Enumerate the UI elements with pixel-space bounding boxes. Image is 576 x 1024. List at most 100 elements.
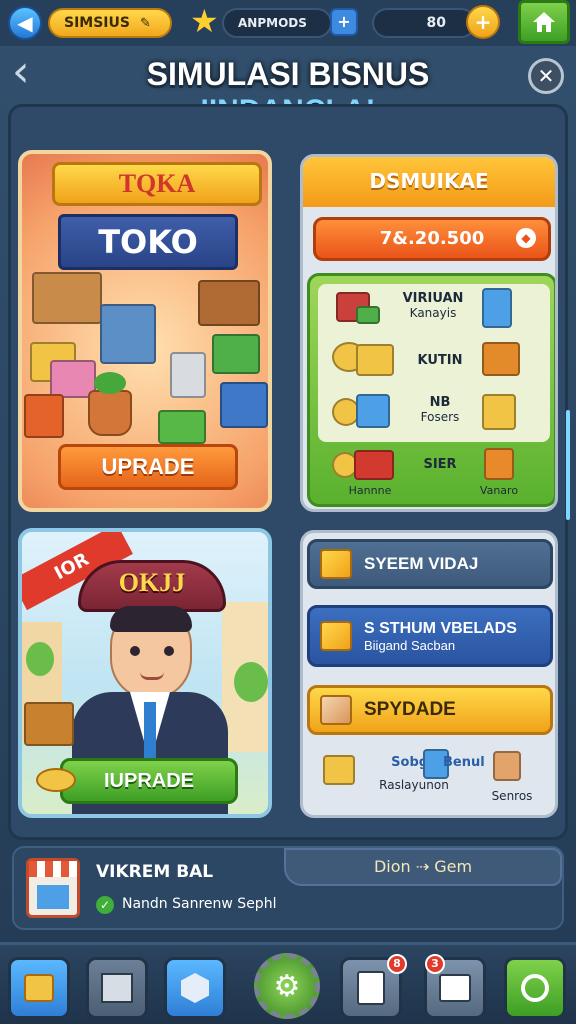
add-coins-button[interactable]: +: [466, 5, 500, 39]
manager-card: IOR OKJJ IUPRADE: [18, 528, 272, 818]
crate-left-icon: [24, 702, 74, 746]
blue-box-icon: [220, 382, 268, 428]
list-item-2[interactable]: S STHUM VBELADS Biigand Sacban: [307, 605, 553, 667]
nav-box[interactable]: [8, 957, 70, 1019]
cube-icon: [320, 695, 352, 725]
cube-icon: [320, 549, 352, 579]
list-item-1[interactable]: SYEEM VIDAJ: [307, 539, 553, 589]
stats-panel: VIRIUAN Kanayis KUTIN NB Fosers SIER Han…: [307, 273, 555, 507]
stat-item-3: NB Fosers: [400, 395, 480, 425]
add-anpmods-label: +: [337, 12, 351, 31]
manager-upgrade-label: IUPRADE: [103, 770, 194, 792]
stat-item-3-title: NB: [429, 395, 451, 410]
gear-icon: ⚙: [273, 968, 301, 1004]
currency-coins[interactable]: 80: [372, 8, 476, 38]
blue-crate-icon: [356, 394, 390, 428]
register-icon: [100, 304, 156, 364]
home-icon: [533, 12, 555, 32]
shop-icon: [101, 973, 133, 1003]
list-footer-left-sub: Raslayunon: [379, 778, 449, 792]
green-box-icon: [212, 334, 260, 374]
upgrade-list-card: SYEEM VIDAJ S STHUM VBELADS Biigand Sacb…: [300, 530, 558, 818]
stat-item-4-title: SIER: [423, 457, 457, 472]
list-item-3[interactable]: SPYDADE: [307, 685, 553, 735]
stats-header: DSMUIKAE: [303, 157, 555, 207]
stat-item-2: KUTIN: [400, 354, 480, 368]
nav-tasks[interactable]: 8: [340, 954, 407, 1019]
list-footer: Sobga Raslayunon Benul Senros: [307, 747, 553, 813]
list-item-2-text: S STHUM VBELADS Biigand Sacban: [364, 620, 517, 653]
box-green-icon: [356, 306, 380, 324]
bottom-nav: ⚙ 8 3: [0, 942, 576, 1024]
stat-item-1-sub: Kanayis: [409, 306, 457, 320]
player-status: Nandn Sanrenw Sephl: [122, 896, 277, 912]
close-button[interactable]: ✕: [528, 58, 564, 94]
nav-shop[interactable]: [86, 957, 148, 1019]
toko-ribbon: TQKA: [52, 162, 262, 206]
tree-right-icon: [234, 662, 268, 702]
currency-anpmods-label: ANPMODS: [238, 16, 307, 30]
tree-icon: [26, 642, 54, 676]
stats-bottom-right: Vanaro: [479, 484, 519, 497]
crate-icon: [198, 280, 260, 326]
toko-upgrade-label: UPRADE: [101, 454, 195, 479]
orange-crate-icon: [484, 448, 514, 480]
gem-button[interactable]: Dion ⇢ Gem: [284, 848, 562, 886]
truck-icon: [482, 342, 520, 376]
currency-coins-value: 80: [426, 15, 446, 31]
stats-value-text: 7&.20.500: [379, 228, 485, 249]
list-item-2-title: S STHUM VBELADS: [364, 619, 517, 637]
toko-upgrade-button[interactable]: UPRADE: [58, 444, 238, 490]
nav-search[interactable]: [504, 957, 566, 1019]
home-button[interactable]: [518, 0, 570, 44]
orange-box-icon: [24, 394, 64, 438]
manager-upgrade-button[interactable]: IUPRADE: [60, 758, 238, 804]
stats-bottom-left: Hannne: [348, 484, 392, 497]
shelf-icon: [32, 272, 102, 324]
stat-item-3-sub: Fosers: [420, 410, 460, 424]
nav-gear[interactable]: ⚙: [254, 953, 320, 1019]
list-footer-right: Senros: [491, 789, 533, 803]
back-arrow-icon[interactable]: ◀: [8, 6, 42, 40]
list-item-3-title: SPYDADE: [364, 699, 456, 720]
info-bar: VIKREM BAL ✓ Nandn Sanrenw Sephl Dion ⇢ …: [12, 846, 564, 930]
clipboard-icon: [357, 971, 385, 1005]
currency-simsius[interactable]: SIMSIUS ✎: [48, 8, 172, 38]
nav-report[interactable]: 3: [424, 954, 486, 1019]
tag-icon: ✎: [139, 15, 151, 31]
gold-cube-icon: [323, 755, 355, 785]
stat-item-2-title: KUTIN: [417, 353, 463, 368]
hexagon-icon: [181, 973, 209, 1003]
box-icon: [24, 974, 54, 1002]
info-icon: ◆: [516, 228, 536, 248]
fridge-icon: [482, 288, 512, 328]
list-footer-mid: Benul: [443, 755, 485, 770]
manager-face: [110, 606, 192, 700]
list-item-1-title: SYEEM VIDAJ: [364, 554, 479, 573]
report-badge: 3: [425, 954, 445, 974]
list-item-2-sub: Biigand Sacban: [364, 637, 456, 653]
gift-box-icon: [158, 410, 206, 444]
scrollbar[interactable]: [566, 410, 570, 520]
gem-button-label: Dion ⇢ Gem: [373, 857, 473, 876]
toko-card: TQKA TOKO UPRADE: [18, 150, 272, 512]
add-coins-label: +: [474, 10, 492, 34]
player-name: VIKREM BAL: [96, 862, 214, 882]
stool-icon: [170, 352, 206, 398]
stat-item-4: SIER: [400, 458, 480, 472]
tasks-badge-count: 8: [393, 957, 401, 970]
add-anpmods-button[interactable]: +: [330, 8, 358, 36]
top-bar: ◀ SIMSIUS ✎ ★ ANPMODS + 80 +: [0, 0, 576, 46]
stats-value-button[interactable]: 7&.20.500 ◆: [313, 217, 551, 261]
check-icon: ✓: [96, 896, 114, 914]
car-icon: [354, 450, 394, 480]
cube-icon: [320, 621, 352, 651]
search-icon: [521, 974, 549, 1002]
currency-anpmods[interactable]: ANPMODS: [222, 8, 332, 38]
close-icon: ✕: [537, 64, 555, 88]
nav-settings[interactable]: [164, 957, 226, 1019]
toko-plate: TOKO: [58, 214, 238, 270]
plant-icon: [88, 372, 132, 436]
stat-item-1-title: VIRIUAN: [402, 291, 464, 306]
tasks-badge: 8: [387, 954, 407, 974]
